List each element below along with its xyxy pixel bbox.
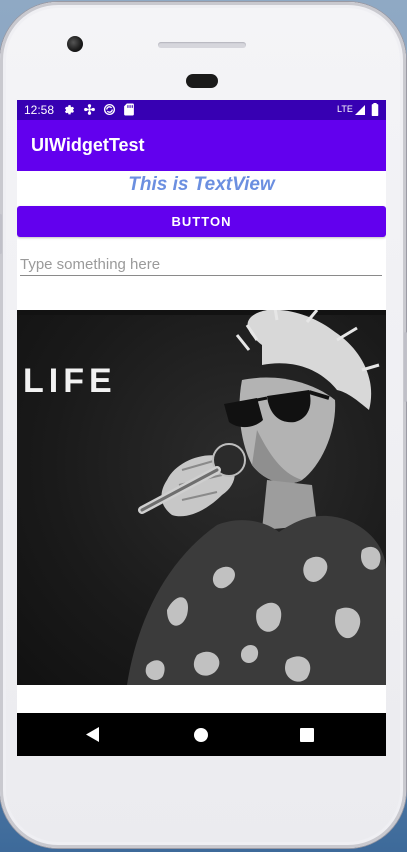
singer-photo (127, 310, 386, 685)
speaker-grille (158, 42, 246, 48)
signal-icon (354, 104, 366, 120)
screen: 12:58 LTE UIWidgetTest This is TextView … (17, 100, 386, 756)
image-view: LIFE (17, 310, 386, 685)
main-button[interactable]: BUTTON (17, 206, 386, 237)
battery-icon (371, 103, 379, 120)
status-bar: 12:58 LTE (17, 100, 386, 120)
earpiece (186, 74, 218, 88)
sd-card-icon (123, 103, 135, 120)
back-icon[interactable] (86, 727, 100, 746)
text-view: This is TextView (128, 174, 275, 195)
front-camera (67, 36, 83, 52)
status-time: 12:58 (24, 103, 55, 117)
gear-icon (63, 103, 76, 120)
network-type: LTE (337, 104, 353, 114)
home-icon[interactable] (194, 727, 208, 746)
phone-frame: 12:58 LTE UIWidgetTest This is TextView … (0, 2, 407, 848)
fan-icon (83, 103, 96, 120)
recents-icon[interactable] (300, 727, 314, 746)
app-bar: UIWidgetTest (17, 120, 386, 171)
navigation-bar (17, 713, 386, 756)
sync-icon (103, 103, 116, 120)
edit-text-input[interactable] (20, 253, 382, 276)
app-title: UIWidgetTest (31, 135, 145, 155)
volume-button (0, 214, 2, 254)
